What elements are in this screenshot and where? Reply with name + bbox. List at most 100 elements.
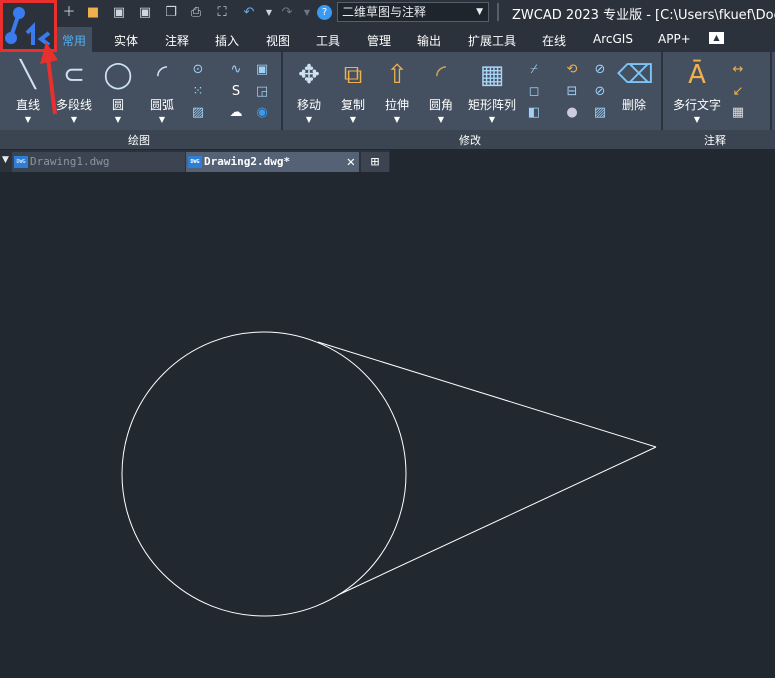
ribbon-tabs: 常用 实体 注释 插入 视图 工具 管理 输出 扩展工具 在线 ArcGIS A… (0, 27, 775, 52)
array-label: 矩形阵列 (467, 98, 516, 112)
break-icon[interactable]: ⊘ (592, 62, 608, 78)
mtext-button[interactable]: Ā 多行文字 ▼ (670, 58, 724, 124)
cloud-icon[interactable]: ☁ (228, 105, 244, 121)
explode-icon[interactable]: ● (564, 105, 580, 121)
circle-icon: ◯ (103, 60, 133, 90)
chevron-down-icon: ▼ (349, 115, 357, 124)
doc-tab-drawing2[interactable]: DWG Drawing2.dwg* ✕ (186, 152, 359, 172)
rotate-icon[interactable]: ⟲ (564, 62, 580, 78)
divider (497, 3, 499, 21)
annotation-arrow-icon (40, 42, 58, 115)
tab-output[interactable]: 输出 (417, 32, 441, 49)
doc-tab-label: Drawing2.dwg* (204, 155, 291, 168)
edit-hatch-icon[interactable]: ▨ (592, 105, 608, 121)
drawing-canvas[interactable] (0, 172, 775, 678)
arc-button[interactable]: ◜ 圆弧 ▼ (142, 58, 182, 124)
chevron-down-icon: ▼ (393, 115, 401, 124)
ellipse-icon[interactable]: ⊙ (190, 62, 206, 78)
workspace-select[interactable]: 二维草图与注释 ▼ (337, 2, 489, 22)
array-icon: ▦ (479, 60, 505, 90)
rect-array-button[interactable]: ▦ 矩形阵列 ▼ (466, 58, 518, 124)
move-icon: ✥ (298, 60, 320, 90)
new-tab-button[interactable]: ⊞ (361, 152, 389, 172)
new-icon[interactable]: ＋ (60, 4, 78, 22)
move-button[interactable]: ✥ 移动 ▼ (292, 58, 326, 124)
panel-annotate-label: 注释 (704, 134, 726, 147)
workspace-value: 二维草图与注释 (342, 5, 427, 19)
tab-annotate[interactable]: 注释 (165, 32, 189, 49)
panel-modify-label: 修改 (459, 134, 481, 147)
redo-icon[interactable]: ↷ (278, 4, 296, 22)
dwg-file-icon: DWG (14, 156, 28, 168)
copy-icon: ⧉ (343, 60, 363, 90)
revcloud-s-icon[interactable]: S (228, 84, 244, 100)
dimension-icon[interactable]: ↔ (730, 62, 746, 78)
chevron-down-icon: ▼ (114, 115, 122, 124)
chevron-down-icon: ▼ (693, 115, 701, 124)
line-label: 直线 (15, 98, 40, 112)
rectangle-icon[interactable]: ◻ (526, 84, 542, 100)
table-icon[interactable]: ▦ (730, 105, 746, 121)
panel-labels: 绘图 修改 注释 (0, 130, 775, 149)
undo-dropdown-icon[interactable]: ▼ (260, 4, 278, 22)
mtext-icon: Ā (688, 60, 706, 90)
trim-icon[interactable]: ⌿ (526, 62, 542, 78)
dwg-file-icon: DWG (188, 156, 202, 168)
tab-list-dropdown-icon[interactable]: ▼ (2, 155, 9, 165)
tab-app-plus[interactable]: APP+ (658, 32, 691, 46)
erase-label: 删除 (621, 98, 646, 112)
chevron-down-icon: ▼ (488, 115, 496, 124)
zoom-extents-icon[interactable]: ⛶ (213, 4, 231, 22)
document-tabs: ▼ DWG Drawing1.dwg DWG Drawing2.dwg* ✕ ⊞ (0, 150, 390, 172)
minimize-ribbon-button[interactable]: ▲ (709, 32, 724, 44)
save-icon[interactable]: ▣ (110, 4, 128, 22)
save-as-icon[interactable]: ▣ (136, 4, 154, 22)
window-title: ZWCAD 2023 专业版 - [C:\Users\fkuef\Docume (512, 8, 775, 23)
tab-extensions[interactable]: 扩展工具 (468, 32, 516, 49)
tangent-line-upper (317, 341, 657, 448)
arc-icon: ◜ (156, 60, 168, 90)
mirror-icon[interactable]: ⊟ (564, 84, 580, 100)
tab-insert[interactable]: 插入 (215, 32, 239, 49)
move-label: 移动 (296, 98, 321, 112)
circle-button[interactable]: ◯ 圆 ▼ (100, 58, 136, 124)
ribbon-panel: ╲ 直线 ▼ ⊂ 多段线 ▼ ◯ 圆 ▼ ◜ 圆弧 ▼ ⊙ ⁙ ▨ ∿ S ☁ ▣ ◲ ◉ ✥ 移… (0, 52, 775, 130)
hatch-icon[interactable]: ▨ (190, 105, 206, 121)
donut-icon[interactable]: ◉ (254, 105, 270, 121)
fillet-label: 圆角 (428, 98, 453, 112)
open-icon[interactable]: ■ (84, 4, 102, 22)
publish-icon[interactable]: ❐ (162, 4, 180, 22)
tab-view[interactable]: 视图 (266, 32, 290, 49)
doc-tab-drawing1[interactable]: DWG Drawing1.dwg (12, 152, 185, 172)
chevron-down-icon: ▼ (437, 115, 445, 124)
circle-label: 圆 (111, 98, 124, 112)
join-icon[interactable]: ⊘ (592, 84, 608, 100)
close-icon[interactable]: ✕ (347, 152, 355, 172)
tab-online[interactable]: 在线 (542, 32, 566, 49)
help-icon[interactable]: ? (317, 5, 332, 20)
mtext-label: 多行文字 (672, 98, 721, 112)
copy-button[interactable]: ⧉ 复制 ▼ (336, 58, 370, 124)
erase-button[interactable]: ⌫ 删除 (616, 58, 654, 113)
leader-icon[interactable]: ↙ (730, 84, 746, 100)
chevron-down-icon: ▼ (476, 7, 483, 17)
tab-solid[interactable]: 实体 (114, 32, 138, 49)
print-icon[interactable]: ⎙ (187, 4, 205, 22)
tab-tools[interactable]: 工具 (316, 32, 340, 49)
stretch-label: 拉伸 (384, 98, 409, 112)
arc-label: 圆弧 (149, 98, 174, 112)
spline-icon[interactable]: ∿ (228, 62, 244, 78)
offset-icon[interactable]: ◧ (526, 105, 542, 121)
eraser-icon: ⌫ (617, 60, 654, 90)
circle-shape (121, 331, 407, 617)
point-icon[interactable]: ⁙ (190, 84, 206, 100)
wipeout-icon[interactable]: ◲ (254, 84, 270, 100)
stretch-button[interactable]: ⇧ 拉伸 ▼ (380, 58, 414, 124)
tab-manage[interactable]: 管理 (367, 32, 391, 49)
redo-dropdown-icon[interactable]: ▼ (298, 4, 316, 22)
region-icon[interactable]: ▣ (254, 62, 270, 78)
undo-icon[interactable]: ↶ (240, 4, 258, 22)
tab-arcgis[interactable]: ArcGIS (593, 32, 633, 46)
fillet-button[interactable]: ◜ 圆角 ▼ (424, 58, 458, 124)
copy-label: 复制 (340, 98, 365, 112)
